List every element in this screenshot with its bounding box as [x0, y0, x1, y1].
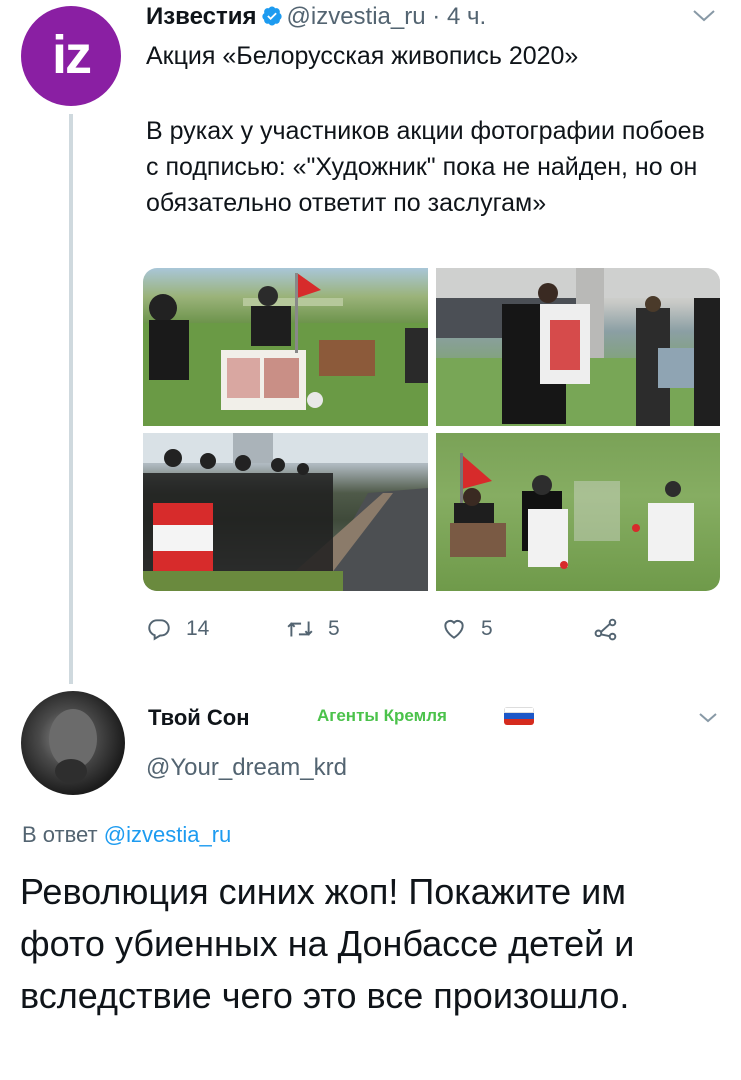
author-name[interactable]: Известия: [146, 3, 257, 30]
photo-2-scene: [436, 268, 720, 426]
like-button[interactable]: 5: [441, 612, 493, 646]
tweet-photo-1[interactable]: [143, 268, 428, 426]
reply-count: 14: [186, 617, 210, 640]
like-count: 5: [481, 617, 493, 640]
author-handle[interactable]: @izvestia_ru: [287, 3, 426, 30]
share-button[interactable]: [592, 612, 634, 646]
verified-badge-icon: [261, 6, 282, 26]
retweet-button[interactable]: 5: [286, 612, 340, 646]
reply-text: Революция синих жоп! Покажите им фото уб…: [20, 871, 635, 1016]
reply-author-handle[interactable]: @Your_dream_krd: [146, 752, 347, 784]
tweet-photo-3[interactable]: [143, 433, 428, 591]
thread-connector-line: [69, 114, 73, 684]
russia-flag-icon: [504, 707, 534, 725]
photo-4-scene: [450, 453, 694, 569]
reply-to-link[interactable]: @izvestia_ru: [104, 822, 232, 847]
tweet-photo-2[interactable]: [436, 268, 720, 426]
chevron-down-icon[interactable]: [696, 709, 720, 727]
user-avatar[interactable]: [21, 691, 125, 795]
tweet-photo-4[interactable]: [436, 433, 720, 591]
avatar-portrait: [49, 709, 97, 783]
tweet-time[interactable]: 4 ч.: [447, 3, 486, 30]
share-icon: [594, 619, 617, 641]
reply-button[interactable]: 14: [146, 612, 209, 646]
header-separator: ·: [432, 3, 441, 30]
retweet-count: 5: [328, 617, 340, 640]
photo-3-scene: [143, 433, 428, 591]
tweet-title: Акция «Белорусская живопись 2020»: [146, 42, 579, 70]
reply-prefix: В ответ: [22, 822, 98, 847]
chevron-down-icon[interactable]: [690, 6, 718, 26]
tweet-body: В руках у участников акции фотографии по…: [146, 117, 705, 217]
avatar-logo-text: iz: [51, 25, 92, 85]
retweet-icon: [287, 621, 313, 637]
izvestia-avatar[interactable]: iz: [21, 6, 121, 106]
photo-1-scene: [143, 273, 428, 426]
reply-icon: [148, 619, 170, 641]
reply-context: В ответ @izvestia_ru: [22, 820, 231, 850]
like-icon: [444, 620, 464, 640]
reply-author-name[interactable]: Твой Сон: [148, 703, 250, 733]
tweet-header: Известия @izvestia_ru · 4 ч.: [146, 0, 486, 34]
reply-author-badge: Агенты Кремля: [317, 706, 447, 725]
